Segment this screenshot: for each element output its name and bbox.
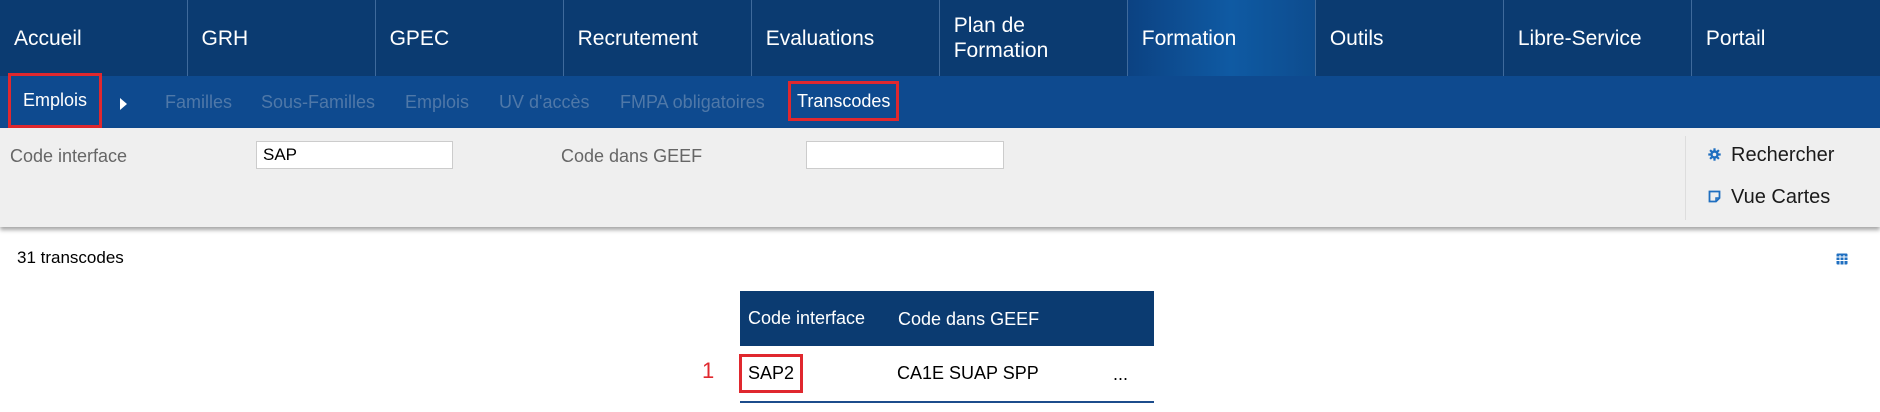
- search-label: Rechercher: [1731, 144, 1835, 166]
- subnav-item-uv-acces[interactable]: UV d'accès: [499, 76, 589, 128]
- transcodes-table: Code interface Code dans GEEF SAP2 CA1E …: [738, 291, 1154, 403]
- tab-recrutement[interactable]: Recrutement: [564, 0, 752, 76]
- tab-libre-service[interactable]: Libre-Service: [1504, 0, 1692, 76]
- row-number: 1: [702, 358, 715, 383]
- caret-right-icon: [120, 98, 127, 110]
- cell-code-geef: CA1E SUAP SPP: [897, 363, 1039, 383]
- tab-grh[interactable]: GRH: [188, 0, 376, 76]
- subnav-item-fmpa-obligatoires[interactable]: FMPA obligatoires: [620, 76, 765, 128]
- divider: [1685, 136, 1686, 220]
- search-button[interactable]: Rechercher: [1708, 144, 1834, 167]
- note-icon: [1708, 186, 1721, 209]
- tab-plan-de-formation[interactable]: Plan de Formation: [940, 0, 1128, 76]
- gear-icon: [1708, 144, 1721, 167]
- table-row[interactable]: SAP2 CA1E SUAP SPP ...: [738, 346, 1154, 403]
- subnav-item-sous-familles[interactable]: Sous-Familles: [261, 76, 375, 128]
- tab-accueil[interactable]: Accueil: [0, 0, 188, 76]
- sub-nav: Emplois Familles Sous-Familles Emplois U…: [0, 73, 1880, 128]
- subnav-item-familles[interactable]: Familles: [165, 76, 232, 128]
- section-emplois-menu[interactable]: Emplois: [7, 73, 103, 128]
- code-interface-label: Code interface: [10, 146, 128, 166]
- main-nav: Accueil GRH GPEC Recrutement Evaluations…: [0, 0, 1880, 76]
- row-more-menu[interactable]: ...: [1113, 364, 1128, 385]
- table-header: Code interface Code dans GEEF: [740, 291, 1154, 346]
- section-emplois-label: Emplois: [23, 90, 88, 110]
- cards-view-button[interactable]: Vue Cartes: [1708, 186, 1830, 209]
- tab-evaluations[interactable]: Evaluations: [752, 0, 940, 76]
- code-interface-input[interactable]: [256, 141, 453, 169]
- results-count: 31 transcodes: [17, 248, 124, 267]
- tab-outils[interactable]: Outils: [1316, 0, 1504, 76]
- column-header-code-interface[interactable]: Code interface: [748, 308, 898, 329]
- subnav-item-emplois[interactable]: Emplois: [405, 76, 469, 128]
- column-header-code-geef[interactable]: Code dans GEEF: [898, 309, 1039, 330]
- tab-gpec[interactable]: GPEC: [376, 0, 564, 76]
- code-geef-input[interactable]: [806, 141, 1004, 169]
- tab-formation[interactable]: Formation: [1127, 0, 1316, 76]
- subnav-item-transcodes[interactable]: Transcodes: [787, 81, 900, 121]
- code-geef-label: Code dans GEEF: [561, 146, 703, 166]
- cards-view-label: Vue Cartes: [1731, 186, 1831, 208]
- table-view-icon[interactable]: [1836, 252, 1848, 265]
- tab-portail[interactable]: Portail: [1692, 0, 1880, 76]
- cell-code-interface[interactable]: SAP2: [738, 354, 804, 393]
